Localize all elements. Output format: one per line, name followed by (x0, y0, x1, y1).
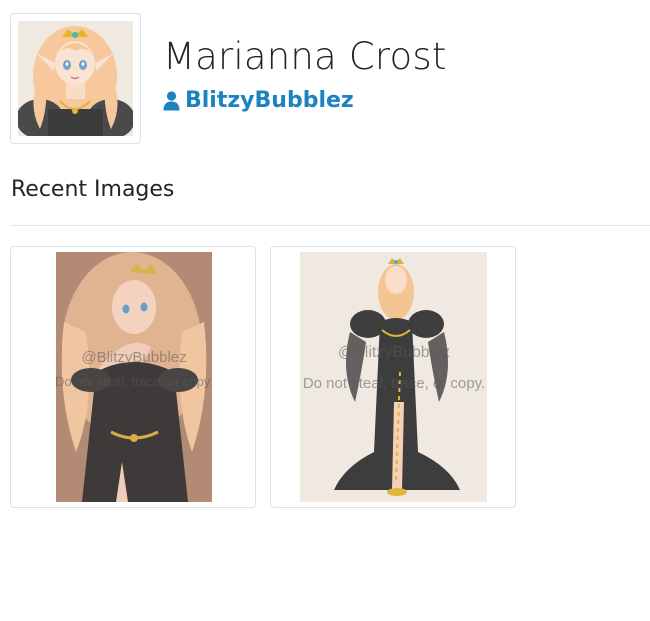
watermark-notice: Do not steal, trace, or copy. (56, 374, 212, 389)
image-card[interactable]: @BlitzyBubblez Do not steal, trace, or c… (270, 246, 516, 508)
profile-header: Marianna Crost BlitzyBubblez (10, 13, 640, 146)
character-image-1: @BlitzyBubblez Do not steal, trace, or c… (56, 252, 212, 502)
user-icon (163, 90, 180, 110)
image-card[interactable]: @BlitzyBubblez Do not steal, trace, or c… (10, 246, 256, 508)
character-name: Marianna Crost (163, 35, 447, 78)
divider (10, 225, 650, 226)
watermark-handle: @BlitzyBubblez (338, 344, 450, 361)
character-image-2: @BlitzyBubblez Do not steal, trace, or c… (300, 252, 487, 502)
watermark-notice: Do not steal, trace, or copy. (303, 375, 485, 392)
owner-link[interactable]: BlitzyBubblez (163, 88, 354, 113)
avatar[interactable] (10, 13, 141, 144)
watermark-handle: @BlitzyBubblez (81, 349, 186, 366)
owner-name: BlitzyBubblez (185, 88, 354, 113)
recent-images-heading: Recent Images (11, 177, 175, 202)
avatar-image (18, 21, 133, 136)
